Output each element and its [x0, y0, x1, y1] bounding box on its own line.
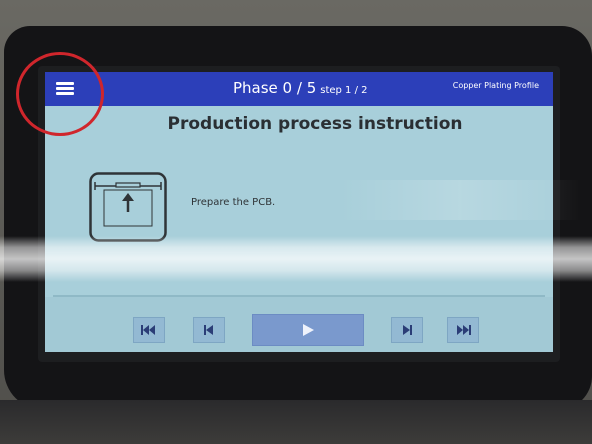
play-button[interactable]: [252, 314, 364, 346]
hamburger-icon: [56, 87, 74, 90]
skip-to-start-button[interactable]: [133, 317, 165, 343]
page-title: Production process instruction: [167, 114, 463, 134]
pcb-tray-icon: [89, 172, 167, 242]
skip-to-end-icon: [457, 325, 471, 335]
step-label: step 1 / 2: [320, 85, 368, 96]
touch-screen: Phase 0 / 5 step 1 / 2 Copper Plating Pro…: [45, 72, 553, 352]
profile-label: Copper Plating Profile: [452, 81, 539, 90]
header-bar: Phase 0 / 5 step 1 / 2 Copper Plating Pro…: [45, 72, 553, 106]
skip-to-end-button[interactable]: [447, 317, 479, 343]
hamburger-icon: [56, 92, 74, 95]
phase-indicator: Phase 0 / 5 step 1 / 2: [233, 79, 368, 97]
previous-step-icon: [204, 325, 213, 335]
play-icon: [303, 324, 314, 336]
hamburger-icon: [56, 82, 74, 85]
phase-label: Phase 0 / 5: [233, 79, 317, 97]
next-step-icon: [403, 325, 412, 335]
instruction-text: Prepare the PCB.: [191, 197, 276, 208]
skip-to-start-icon: [141, 325, 155, 335]
menu-button[interactable]: [53, 78, 79, 100]
previous-step-button[interactable]: [193, 317, 225, 343]
next-step-button[interactable]: [391, 317, 423, 343]
device-housing: [0, 400, 592, 444]
